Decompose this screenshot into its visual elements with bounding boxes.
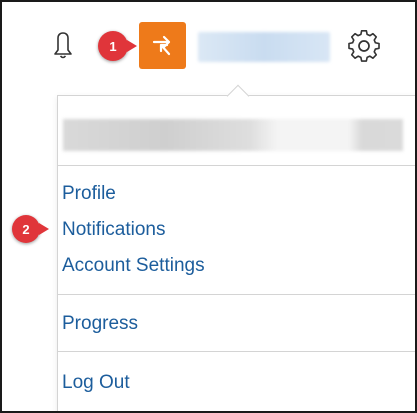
callout-marker-1: 1 — [98, 31, 128, 61]
arrows-exchange-icon — [152, 35, 170, 55]
menu-divider — [57, 351, 415, 352]
user-name-redacted[interactable] — [198, 32, 330, 62]
switch-role-button[interactable] — [139, 22, 186, 69]
menu-item-log-out[interactable]: Log Out — [62, 372, 130, 394]
menu-divider — [57, 294, 415, 295]
screenshot-frame: 1 2 Profile Notifications Account Settin… — [0, 0, 417, 413]
menu-divider — [57, 165, 415, 166]
callout-marker-2: 2 — [12, 215, 40, 243]
menu-item-account-settings[interactable]: Account Settings — [62, 255, 205, 277]
bell-icon[interactable] — [50, 29, 76, 63]
menu-item-profile[interactable]: Profile — [62, 183, 116, 205]
menu-item-notifications[interactable]: Notifications — [62, 219, 166, 241]
gear-icon[interactable] — [346, 28, 382, 64]
user-info-redacted — [63, 119, 403, 151]
menu-item-progress[interactable]: Progress — [62, 313, 138, 335]
